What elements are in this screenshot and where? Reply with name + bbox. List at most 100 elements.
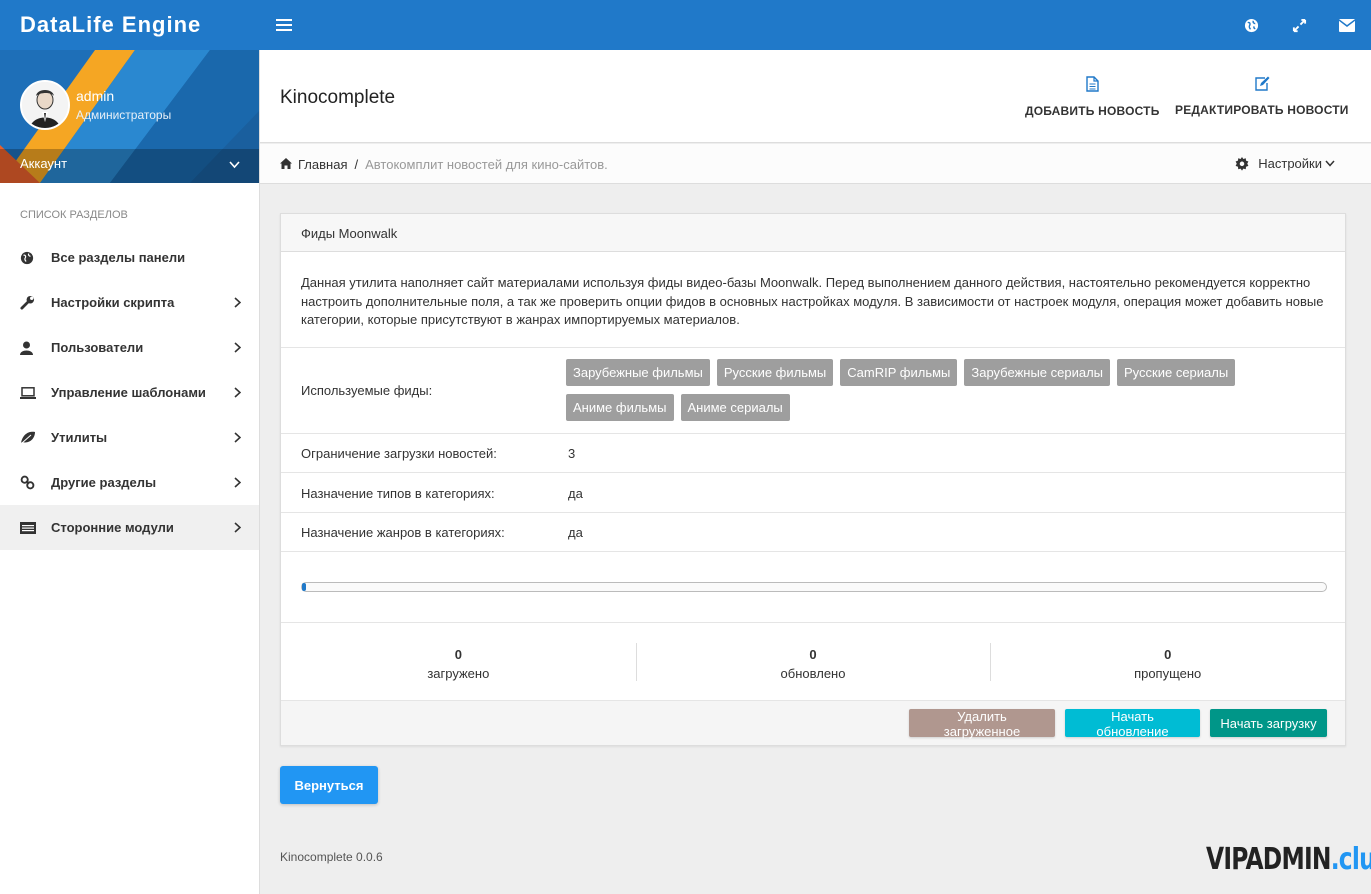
sidebar-item-third-party-modules[interactable]: Сторонние модули xyxy=(0,505,259,550)
mail-icon[interactable] xyxy=(1323,0,1371,50)
leaf-icon xyxy=(20,431,51,444)
sidebar-item-other-sections[interactable]: Другие разделы xyxy=(0,460,259,505)
add-news-label: ДОБАВИТЬ НОВОСТЬ xyxy=(1025,104,1160,118)
sidebar: admin Администраторы Аккаунт СПИСОК РАЗД… xyxy=(0,50,260,894)
edit-news-label: РЕДАКТИРОВАТЬ НОВОСТИ xyxy=(1175,103,1349,117)
genres-row: Назначение жанров в категориях: да xyxy=(281,513,1345,552)
top-navbar: DataLife Engine xyxy=(0,0,1371,50)
edit-news-button[interactable]: РЕДАКТИРОВАТЬ НОВОСТИ xyxy=(1175,76,1349,117)
sidebar-item-all-sections[interactable]: Все разделы панели xyxy=(0,235,259,280)
breadcrumb-separator: / xyxy=(354,157,359,172)
chevron-down-icon xyxy=(229,157,240,172)
chevron-right-icon xyxy=(234,341,242,356)
start-update-button[interactable]: Начать обновление xyxy=(1065,709,1200,739)
feeds-row: Используемые фиды: Зарубежные фильмы Рус… xyxy=(281,348,1345,434)
document-icon xyxy=(1086,76,1099,95)
settings-dropdown[interactable]: Настройки xyxy=(1235,156,1335,171)
feed-tag[interactable]: Русские сериалы xyxy=(1117,359,1236,386)
sidebar-item-label: Управление шаблонами xyxy=(51,385,206,400)
moonwalk-feeds-panel: Фиды Moonwalk Данная утилита наполняет с… xyxy=(280,213,1346,746)
chevron-right-icon xyxy=(234,296,242,311)
watermark-main: VIPADMIN xyxy=(1206,842,1331,877)
types-label: Назначение типов в категориях: xyxy=(301,486,495,501)
feeds-label: Используемые фиды: xyxy=(301,383,433,398)
sidebar-item-label: Все разделы панели xyxy=(51,250,186,265)
sidebar-item-label: Настройки скрипта xyxy=(51,295,175,310)
sidebar-item-script-settings[interactable]: Настройки скрипта xyxy=(0,280,259,325)
add-news-button[interactable]: ДОБАВИТЬ НОВОСТЬ xyxy=(1025,76,1160,118)
feed-tag[interactable]: Аниме сериалы xyxy=(680,394,790,421)
home-icon[interactable] xyxy=(280,157,292,172)
account-dropdown[interactable]: Аккаунт xyxy=(0,149,259,183)
back-button[interactable]: Вернуться xyxy=(280,766,378,804)
user-icon xyxy=(20,341,51,355)
breadcrumb-current: Автокомплит новостей для кино-сайтов. xyxy=(365,157,608,172)
link-icon xyxy=(20,475,51,490)
breadcrumb-home-link[interactable]: Главная xyxy=(298,157,347,172)
limit-row: Ограничение загрузки новостей: 3 xyxy=(281,434,1345,473)
feed-tag[interactable]: Зарубежные фильмы xyxy=(566,359,710,386)
feed-tag[interactable]: Русские фильмы xyxy=(716,359,834,386)
types-row: Назначение типов в категориях: да xyxy=(281,473,1345,513)
page-header: Kinocomplete ДОБАВИТЬ НОВОСТЬ РЕДАКТИРОВ… xyxy=(260,50,1371,143)
laptop-icon xyxy=(20,386,51,399)
feed-tag[interactable]: Зарубежные сериалы xyxy=(964,359,1111,386)
start-load-button[interactable]: Начать загрузку xyxy=(1210,709,1327,737)
gear-icon xyxy=(1235,156,1249,171)
limit-value: 3 xyxy=(568,446,576,461)
chevron-right-icon xyxy=(234,476,242,491)
list-icon xyxy=(20,521,51,534)
stat-label: обновлено xyxy=(780,666,846,681)
user-role: Администраторы xyxy=(76,108,172,122)
stat-value: 0 xyxy=(1164,647,1172,662)
genres-label: Назначение жанров в категориях: xyxy=(301,525,505,540)
edit-icon xyxy=(1254,76,1270,94)
progress-fill xyxy=(302,583,307,591)
stat-updated: 0 обновлено xyxy=(635,623,991,700)
fullscreen-icon[interactable] xyxy=(1275,0,1323,50)
wrench-icon xyxy=(20,295,51,310)
stat-loaded: 0 загружено xyxy=(281,623,636,700)
sidebar-item-templates[interactable]: Управление шаблонами xyxy=(0,370,259,415)
sidebar-item-label: Утилиты xyxy=(51,430,108,445)
chevron-right-icon xyxy=(234,521,242,536)
types-value: да xyxy=(568,486,583,501)
panel-heading: Фиды Moonwalk xyxy=(281,214,1345,252)
watermark-suffix: .club xyxy=(1330,842,1371,877)
watermark: VIPADMIN.club xyxy=(1206,842,1371,877)
breadcrumb: Главная / Автокомплит новостей для кино-… xyxy=(260,144,1371,184)
menu-toggle-icon[interactable] xyxy=(276,16,292,34)
chevron-down-icon xyxy=(1325,160,1335,167)
sidebar-item-label: Другие разделы xyxy=(51,475,157,490)
stat-skipped: 0 пропущено xyxy=(990,623,1345,700)
user-name: admin xyxy=(76,88,115,104)
progress-bar xyxy=(301,582,1327,592)
chevron-right-icon xyxy=(234,431,242,446)
chevron-right-icon xyxy=(234,386,242,401)
sidebar-item-utilities[interactable]: Утилиты xyxy=(0,415,259,460)
feed-tag[interactable]: CamRIP фильмы xyxy=(840,359,958,386)
account-label: Аккаунт xyxy=(20,156,68,171)
sidebar-item-label: Сторонние модули xyxy=(51,520,174,535)
limit-label: Ограничение загрузки новостей: xyxy=(301,446,497,461)
delete-loaded-button[interactable]: Удалить загруженное xyxy=(909,709,1055,739)
stat-value: 0 xyxy=(809,647,817,662)
sidebar-item-users[interactable]: Пользователи xyxy=(0,325,259,370)
panel-description: Данная утилита наполняет сайт материалам… xyxy=(281,252,1345,348)
user-panel: admin Администраторы Аккаунт xyxy=(0,50,259,183)
panel-footer: Удалить загруженное Начать обновление На… xyxy=(281,701,1345,745)
genres-value: да xyxy=(568,525,583,540)
stat-value: 0 xyxy=(454,647,462,662)
globe-icon[interactable] xyxy=(1227,0,1275,50)
globe-icon xyxy=(20,251,51,265)
page-title: Kinocomplete xyxy=(280,87,396,108)
feed-tag[interactable]: Аниме фильмы xyxy=(566,394,674,421)
stats-row: 0 загружено 0 обновлено 0 пропущено xyxy=(281,623,1345,701)
stat-label: загружено xyxy=(427,666,490,681)
feeds-tag-list: Зарубежные фильмы Русские фильмы CamRIP … xyxy=(566,359,1326,429)
footer-version: Kinocomplete 0.0.6 xyxy=(280,850,383,864)
avatar[interactable] xyxy=(20,80,70,130)
sidebar-item-label: Пользователи xyxy=(51,340,144,355)
brand-logo[interactable]: DataLife Engine xyxy=(20,12,201,38)
stat-label: пропущено xyxy=(1134,666,1202,681)
